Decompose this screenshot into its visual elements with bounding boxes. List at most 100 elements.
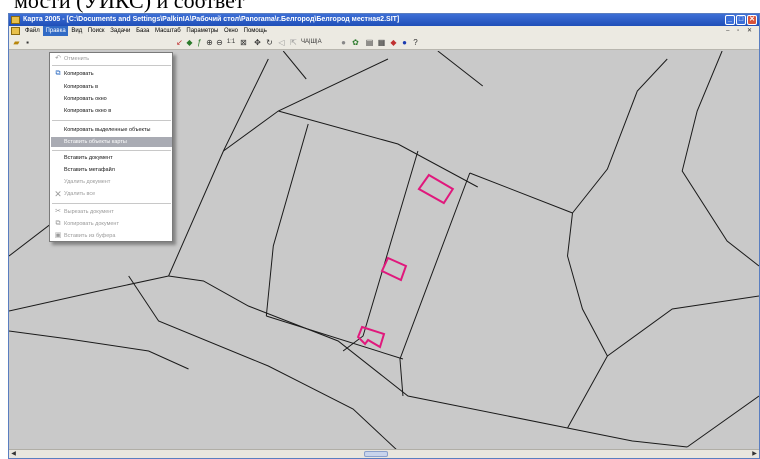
palette-icon[interactable]: ✿ xyxy=(351,38,360,47)
parcel-line xyxy=(128,275,399,451)
parcel-line xyxy=(681,51,759,267)
pan-icon[interactable]: ✥ xyxy=(253,38,262,47)
menu-parameters[interactable]: Параметры xyxy=(184,26,220,36)
menu-item-label: Вставить метафайл xyxy=(64,167,115,173)
fit-icon[interactable]: ⊠ xyxy=(239,38,248,47)
parcel-line xyxy=(686,395,759,448)
horizontal-scrollbar[interactable]: ◀ ▶ xyxy=(9,449,759,458)
zoom-actual-button[interactable]: 1:1 xyxy=(225,38,237,47)
menu-scale[interactable]: Масштаб xyxy=(153,26,183,36)
menu-edit[interactable]: Правка xyxy=(43,26,68,36)
layer-icon[interactable]: ◆ xyxy=(185,38,194,47)
copy-icon: ⧉ xyxy=(55,70,61,77)
menu-item-label: Копировать окно в xyxy=(64,108,112,114)
menu-item-label: Копировать в xyxy=(64,84,99,90)
menu-separator xyxy=(52,150,171,151)
parcel-line xyxy=(572,58,668,214)
window-title: Карта 2005 - [C:\Documents and Settings\… xyxy=(23,16,400,23)
document-icon[interactable] xyxy=(11,27,20,35)
parcel-line xyxy=(278,110,478,188)
zoom-out-icon[interactable]: ⊖ xyxy=(215,38,224,47)
delete-icon: ✕ xyxy=(54,189,62,199)
open-icon[interactable]: ▰ xyxy=(12,38,21,47)
menu-item-label: Копировать документ xyxy=(64,221,119,227)
minimize-button[interactable]: _ xyxy=(725,15,735,25)
copy-doc-icon: ⧉ xyxy=(55,220,61,227)
menu-item-copy[interactable]: ⧉ Копировать xyxy=(51,69,172,79)
menu-item-label: Копировать xyxy=(64,71,94,77)
menu-item-label: Удалить все xyxy=(64,191,96,197)
menu-item-paste-from-clipboard[interactable]: ▣ Вставить из буфера xyxy=(51,231,172,241)
menu-item-label: Вырезать документ xyxy=(64,209,114,215)
rotate-icon[interactable]: ↻ xyxy=(265,38,274,47)
menu-item-paste-document[interactable]: Вставить документ xyxy=(51,153,172,163)
app-window: Карта 2005 - [C:\Documents and Settings\… xyxy=(8,13,760,459)
menu-bar: Файл Правка Вид Поиск Задачи База Масшта… xyxy=(9,26,759,36)
back-icon[interactable]: ◁ xyxy=(277,38,286,47)
menu-separator xyxy=(52,120,171,121)
selected-objects xyxy=(356,173,455,349)
menu-item-paste-map-objects[interactable]: Вставить объекты карты xyxy=(51,137,172,147)
menu-item-delete-document[interactable]: Удалить документ xyxy=(51,177,172,187)
record-icon[interactable]: ● xyxy=(339,38,348,47)
selected-parcel[interactable] xyxy=(417,173,455,205)
pointer-icon[interactable]: ⇱ xyxy=(289,38,298,47)
selected-parcel[interactable] xyxy=(380,256,408,282)
text-tools[interactable]: ЧА|Ш|А xyxy=(301,38,335,47)
select-icon[interactable]: ƒ xyxy=(195,38,204,47)
parcel-line xyxy=(437,51,484,87)
menu-window[interactable]: Окно xyxy=(222,26,240,36)
tool-icon[interactable]: ↙ xyxy=(175,38,184,47)
save-icon[interactable]: ▪ xyxy=(23,38,32,47)
cut-icon: ✂ xyxy=(55,208,61,215)
mdi-controls[interactable]: – ▫ ✕ xyxy=(726,26,755,36)
parcel-line xyxy=(265,123,309,317)
parcel-line xyxy=(399,172,471,397)
help-icon[interactable]: ? xyxy=(411,38,420,47)
parcel-line xyxy=(9,330,189,370)
parcel-line xyxy=(168,58,269,277)
menu-tasks[interactable]: Задачи xyxy=(108,26,132,36)
marker-icon[interactable]: ◆ xyxy=(389,38,398,47)
undo-icon: ↶ xyxy=(55,55,61,62)
menu-database[interactable]: База xyxy=(134,26,151,36)
menu-separator xyxy=(52,203,171,204)
menu-separator xyxy=(52,65,171,66)
parcel-line xyxy=(282,51,307,80)
grid-icon[interactable]: ▦ xyxy=(377,38,386,47)
menu-item-copy-selected[interactable]: Копировать выделенные объекты xyxy=(51,125,172,135)
info-icon[interactable]: ● xyxy=(400,38,409,47)
menu-item-label: Копировать выделенные объекты xyxy=(64,127,151,133)
zoom-in-icon[interactable]: ⊕ xyxy=(205,38,214,47)
document-text-fragment: мости (УИКС) и соответ xyxy=(14,0,245,13)
menu-item-label: Вставить документ xyxy=(64,155,113,161)
parcel-line xyxy=(342,150,419,352)
menu-item-delete-all[interactable]: ✕ Удалить все xyxy=(51,189,172,199)
menu-view[interactable]: Вид xyxy=(69,26,84,36)
menu-item-copy-document[interactable]: ⧉ Копировать документ xyxy=(51,219,172,229)
scroll-right-icon[interactable]: ▶ xyxy=(750,450,759,458)
menu-item-copy-window[interactable]: Копировать окно xyxy=(51,94,172,104)
paste-icon: ▣ xyxy=(54,232,62,239)
maximize-button[interactable]: □ xyxy=(736,15,746,25)
app-icon xyxy=(11,16,20,24)
menu-file[interactable]: Файл xyxy=(23,26,42,36)
menu-search[interactable]: Поиск xyxy=(86,26,107,36)
toolbar: ▰ ▪ ↙ ◆ ƒ ⊕ ⊖ 1:1 ⊠ ✥ ↻ ◁ ⇱ ЧА|Ш|А ● ✿ ▤… xyxy=(9,36,759,50)
table-icon[interactable]: ▤ xyxy=(365,38,374,47)
edit-menu-dropdown: ↶ Отменить ⧉ Копировать Копировать в Коп… xyxy=(49,52,173,242)
menu-item-paste-metafile[interactable]: Вставить метафайл xyxy=(51,165,172,175)
window-controls: _ □ ✕ xyxy=(725,15,757,25)
menu-item-label: Вставить объекты карты xyxy=(64,139,127,145)
menu-help[interactable]: Помощь xyxy=(242,26,269,36)
menu-item-copy-to[interactable]: Копировать в xyxy=(51,82,172,92)
menu-item-undo[interactable]: ↶ Отменить xyxy=(51,54,172,64)
parcel-line xyxy=(223,58,389,152)
parcel-line xyxy=(168,275,688,448)
menu-item-copy-window-to[interactable]: Копировать окно в xyxy=(51,106,172,116)
menu-item-label: Копировать окно xyxy=(64,96,107,102)
menu-item-cut-document[interactable]: ✂ Вырезать документ xyxy=(51,207,172,217)
close-button[interactable]: ✕ xyxy=(747,15,757,25)
scroll-left-icon[interactable]: ◀ xyxy=(9,450,18,458)
scroll-thumb[interactable] xyxy=(364,451,388,457)
